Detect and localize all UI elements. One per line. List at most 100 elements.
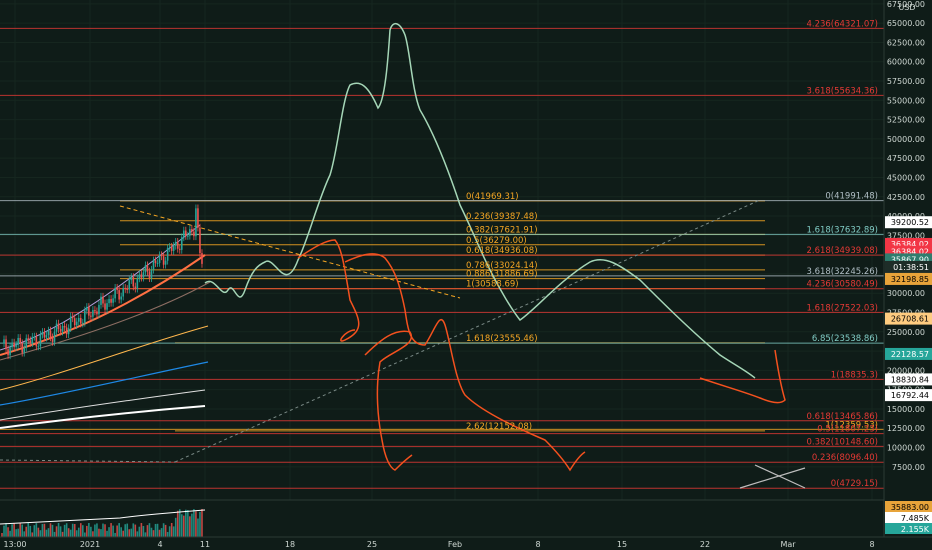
y-tick-label: 42500.00 (887, 193, 925, 202)
volume-bar (71, 523, 74, 537)
volume-bar (170, 523, 173, 537)
fib-left-label: 0(41969.31) (466, 192, 519, 202)
volume-bar (178, 509, 181, 537)
volume-bar (148, 523, 151, 537)
candle-body (31, 336, 34, 344)
candle-body (150, 269, 153, 279)
volume-bar (79, 523, 82, 537)
volume-bar (176, 510, 179, 537)
volume-bar (88, 523, 90, 537)
fib-right-label: 2.618(34939.08) (806, 246, 878, 256)
candle-body (128, 280, 131, 290)
x-tick-label: 25 (367, 540, 377, 549)
candle-body (23, 347, 26, 353)
candle-body (92, 309, 94, 317)
volume-bar (21, 524, 23, 537)
volume-bar (49, 523, 52, 537)
x-tick-label: 2021 (80, 540, 100, 549)
x-tick-label: 18 (285, 540, 295, 549)
volume-bar (63, 524, 66, 537)
candle-body (21, 343, 23, 353)
candle-body (112, 298, 114, 303)
fib-right-label: 1.618(27522.03) (806, 303, 878, 313)
price-tag-label: 39200.52 (891, 218, 929, 227)
candle-body (158, 255, 161, 263)
fib-right-label: 4.236(64321.07) (806, 19, 878, 29)
candle-body (170, 246, 173, 251)
y-tick-label: 55000.00 (887, 96, 925, 105)
candle-body (108, 299, 110, 304)
volume-bar (172, 526, 175, 537)
x-tick-label: Mar (780, 540, 796, 549)
candle-body (5, 339, 7, 350)
volume-bar (55, 526, 58, 537)
candle-body (160, 255, 163, 257)
volume-bar (168, 526, 171, 537)
y-tick-label: 12500.00 (887, 424, 925, 433)
volume-bar (132, 523, 135, 537)
fib-right-label: 0.382(10148.60) (806, 437, 878, 447)
volume-bar (3, 525, 5, 537)
volume-bar (25, 526, 28, 537)
candle-body (71, 316, 74, 319)
volume-bar (90, 526, 92, 537)
candle-body (172, 245, 175, 251)
candle-body (82, 322, 84, 324)
volume-bar (144, 532, 147, 537)
volume-bar (102, 523, 104, 537)
volume-bar (185, 509, 187, 537)
fib-left-label: 0.382(37621.91) (466, 225, 538, 235)
volume-bar (98, 528, 100, 537)
candle-body (106, 303, 108, 310)
price-tag-label: 26708.61 (891, 315, 929, 324)
candle-body (132, 277, 135, 287)
volume-bar (13, 523, 15, 537)
candle-body (43, 331, 46, 338)
volume-bar (51, 524, 54, 537)
candle-body (67, 328, 70, 335)
volume-bar (150, 527, 153, 537)
candle-body (15, 344, 17, 348)
volume-bar (126, 523, 129, 537)
candle-body (116, 287, 118, 291)
fib-left-label: 1.618(23555.46) (466, 334, 538, 344)
volume-bar (92, 531, 94, 537)
volume-bar (69, 529, 72, 537)
y-tick-label: 67500.00 (887, 0, 925, 9)
volume-bar (154, 523, 157, 537)
fib-left-label: 0.618(34936.08) (466, 246, 538, 256)
candle-body (176, 241, 179, 249)
volume-bar (189, 516, 191, 537)
fib-right-label: 1.618(37632.89) (806, 225, 878, 235)
volume-bar (53, 531, 56, 537)
volume-bar (199, 511, 201, 537)
volume-bar (138, 526, 141, 537)
volume-bar (134, 524, 137, 537)
volume-bar (112, 525, 114, 537)
candle-body (138, 274, 141, 279)
candle-body (25, 338, 28, 348)
volume-bar (82, 525, 84, 537)
candle-body (55, 323, 58, 332)
candle-body (79, 318, 82, 324)
chart-canvas[interactable]: 0(41969.31) 0.236(39387.48) 0.382(37621.91… (0, 0, 932, 550)
volume-bar (166, 531, 169, 537)
candle-body (201, 253, 203, 264)
fib-right-label: 1(18835.3) (831, 370, 878, 380)
fib-right-label: 0(4729.15) (831, 479, 878, 489)
volume-bar (7, 527, 9, 537)
volume-bar (114, 532, 116, 537)
candle-body (84, 310, 86, 323)
candle-body (191, 229, 193, 232)
candle-body (136, 278, 139, 289)
volume-bar (124, 524, 127, 537)
volume-tag-label: 7.485K (901, 514, 930, 523)
volume-bar (140, 523, 143, 537)
price-tag-label: 32198.85 (891, 275, 929, 284)
volume-bar (191, 513, 193, 537)
volume-bar (29, 525, 32, 537)
candle-body (152, 260, 155, 270)
y-tick-label: 47500.00 (887, 154, 925, 163)
candle-body (193, 231, 195, 237)
fib-left-label: 1(30588.69) (466, 280, 519, 290)
